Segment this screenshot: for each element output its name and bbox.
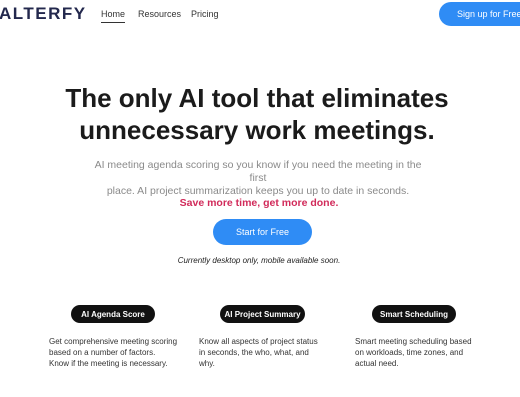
feature-desc-agenda-score: Get comprehensive meeting scoring based …: [49, 336, 189, 369]
feature-desc-project-summary: Know all aspects of project status in se…: [199, 336, 339, 369]
signup-button[interactable]: Sign up for Free: [439, 2, 520, 26]
subtext-line-1: AI meeting agenda scoring so you know if…: [94, 159, 422, 184]
availability-note: Currently desktop only, mobile available…: [177, 256, 341, 265]
headline-line-2: unnecessary work meetings.: [79, 115, 435, 145]
tagline: Save more time, get more done.: [179, 197, 339, 209]
nav-link-pricing[interactable]: Pricing: [191, 9, 219, 19]
feature-desc-line: in seconds, the who, what, and: [199, 348, 309, 357]
feature-desc-line: Smart meeting scheduling based: [355, 337, 472, 346]
feature-desc-line: on workloads, time zones, and: [355, 348, 464, 357]
start-for-free-button[interactable]: Start for Free: [213, 219, 312, 245]
feature-desc-line: Know if the meeting is necessary.: [49, 359, 168, 368]
feature-desc-line: Get comprehensive meeting scoring: [49, 337, 178, 346]
hero-headline: The only AI tool that eliminates unneces…: [0, 82, 514, 146]
feature-badge-smart-scheduling: Smart Scheduling: [372, 305, 456, 323]
feature-desc-line: actual need.: [355, 359, 399, 368]
nav-link-home[interactable]: Home: [101, 9, 126, 23]
feature-desc-line: Know all aspects of project status: [199, 337, 318, 346]
top-nav: ALTERFY Home Resources Pricing Sign up f…: [0, 0, 520, 30]
feature-badge-project-summary: AI Project Summary: [220, 305, 305, 323]
feature-desc-line: why.: [199, 359, 215, 368]
feature-desc-smart-scheduling: Smart meeting scheduling based on worklo…: [355, 336, 495, 369]
nav-link-resources[interactable]: Resources: [138, 9, 181, 19]
logo[interactable]: ALTERFY: [0, 4, 87, 24]
feature-desc-line: based on a number of factors.: [49, 348, 156, 357]
hero-subtext: AI meeting agenda scoring so you know if…: [86, 159, 430, 198]
subtext-line-2: place. AI project summarization keeps yo…: [106, 185, 410, 197]
feature-badge-agenda-score: AI Agenda Score: [71, 305, 155, 323]
headline-line-1: The only AI tool that eliminates: [65, 83, 449, 113]
